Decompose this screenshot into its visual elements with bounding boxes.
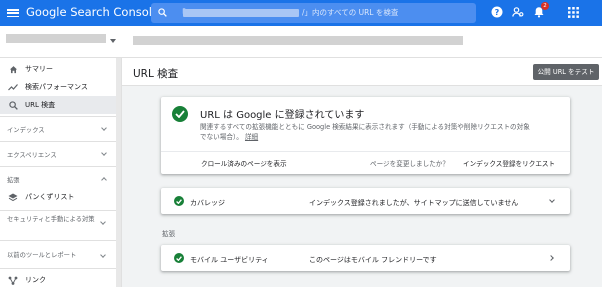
svg-text:?: ?	[495, 8, 500, 17]
sidebar-item-label: パンくずリスト	[25, 193, 75, 201]
search-icon	[158, 8, 167, 17]
divider	[0, 210, 116, 211]
divider	[0, 240, 116, 241]
top-app-bar: Google Search Console 「 /」内のすべての URL を検査…	[0, 0, 602, 26]
home-icon	[8, 64, 18, 74]
sidebar-section-security[interactable]: セキュリティと手動による対策	[7, 215, 107, 224]
sidebar-item-label: リンク	[25, 276, 46, 284]
sidebar-section-index[interactable]: インデックス	[0, 117, 116, 141]
search-icon	[8, 100, 18, 110]
check-circle-icon	[172, 106, 188, 122]
divider	[0, 268, 116, 269]
enhancements-heading: 拡張	[162, 230, 176, 238]
main-header: URL 検査 公開 URL をテスト	[122, 58, 602, 86]
property-selector-redacted[interactable]	[6, 34, 106, 43]
section-label: 拡張	[7, 176, 20, 184]
view-crawled-page-link[interactable]: クロール済みのページを表示	[201, 158, 287, 168]
sidebar-item-label: 検索パフォーマンス	[25, 83, 88, 91]
search-placeholder-text: /」内のすべての URL を検査	[302, 8, 399, 17]
mobile-usability-status: このページはモバイル フレンドリーです	[309, 256, 437, 264]
section-label: エクスペリエンス	[7, 151, 57, 159]
mobile-usability-row[interactable]: モバイル ユーザビリティ このページはモバイル フレンドリーです	[161, 245, 570, 271]
links-icon	[8, 275, 18, 285]
sidebar-item-links[interactable]: リンク	[0, 271, 116, 287]
details-link[interactable]: 詳細	[245, 133, 258, 141]
app-title[interactable]: Google Search Console	[26, 5, 159, 19]
main-content: URL 検査 公開 URL をテスト URL は Google に登録されていま…	[122, 58, 602, 287]
redacted-property-url	[183, 9, 299, 17]
url-inspection-search-input[interactable]: 「 /」内のすべての URL を検査	[151, 3, 476, 23]
check-circle-icon	[174, 196, 184, 206]
mobile-usability-label: モバイル ユーザビリティ	[190, 256, 269, 264]
hamburger-menu-icon[interactable]	[7, 7, 19, 19]
sidebar-section-legacy-tools[interactable]: 以前のツールとレポート	[7, 251, 107, 260]
sidebar-item-label: サマリー	[25, 65, 53, 73]
sidebar-item-label: URL 検査	[25, 101, 56, 109]
help-icon[interactable]: ?	[490, 5, 504, 19]
coverage-label: カバレッジ	[190, 199, 225, 207]
sidebar-section-experience[interactable]: エクスペリエンス	[0, 142, 116, 166]
sidebar-item-url-inspection[interactable]: URL 検査	[0, 96, 116, 114]
chevron-right-icon[interactable]	[548, 255, 554, 261]
index-status-title: URL は Google に登録されています	[200, 110, 365, 121]
section-label: インデックス	[7, 126, 45, 134]
sidebar-item-breadcrumbs[interactable]: パンくずリスト	[0, 188, 116, 206]
notification-count-badge: 2	[541, 2, 549, 10]
coverage-status: インデックス登録されましたが、サイトマップに送信していません	[309, 199, 519, 207]
chevron-up-icon	[101, 177, 107, 183]
test-live-url-button[interactable]: 公開 URL をテスト	[533, 64, 599, 80]
manage-users-icon[interactable]	[511, 5, 525, 19]
index-status-description: 関連するすべての拡張機能とともに Google 検索結果に表示されます（手動によ…	[200, 122, 530, 142]
trend-icon	[8, 82, 18, 92]
request-indexing-button[interactable]: インデックス登録をリクエスト	[463, 158, 555, 168]
sidebar-scrollbar[interactable]	[116, 58, 121, 287]
page-title: URL 検査	[133, 68, 179, 80]
inspected-url-redacted	[133, 36, 463, 45]
chevron-down-icon	[101, 150, 107, 156]
divider	[161, 151, 570, 152]
apps-grid-icon[interactable]	[566, 5, 580, 19]
chevron-down-icon	[101, 125, 107, 131]
layers-icon	[8, 192, 18, 202]
chevron-down-icon[interactable]	[549, 197, 555, 203]
coverage-row[interactable]: カバレッジ インデックス登録されましたが、サイトマップに送信していません	[161, 188, 570, 214]
sidebar: サマリー 検索パフォーマンス URL 検査 インデックス エクスペリエンス 拡張…	[0, 58, 122, 287]
page-changed-text: ページを変更しましたか？	[370, 160, 449, 168]
chevron-down-icon[interactable]	[110, 39, 116, 43]
property-bar	[0, 26, 602, 58]
app-title-google: Google	[26, 5, 67, 19]
app-title-product: Search Console	[70, 5, 160, 19]
sidebar-item-summary[interactable]: サマリー	[0, 60, 116, 78]
sidebar-item-performance[interactable]: 検索パフォーマンス	[0, 78, 116, 96]
check-circle-icon	[174, 253, 184, 263]
index-status-card: URL は Google に登録されています 関連するすべての拡張機能とともに …	[161, 97, 570, 174]
